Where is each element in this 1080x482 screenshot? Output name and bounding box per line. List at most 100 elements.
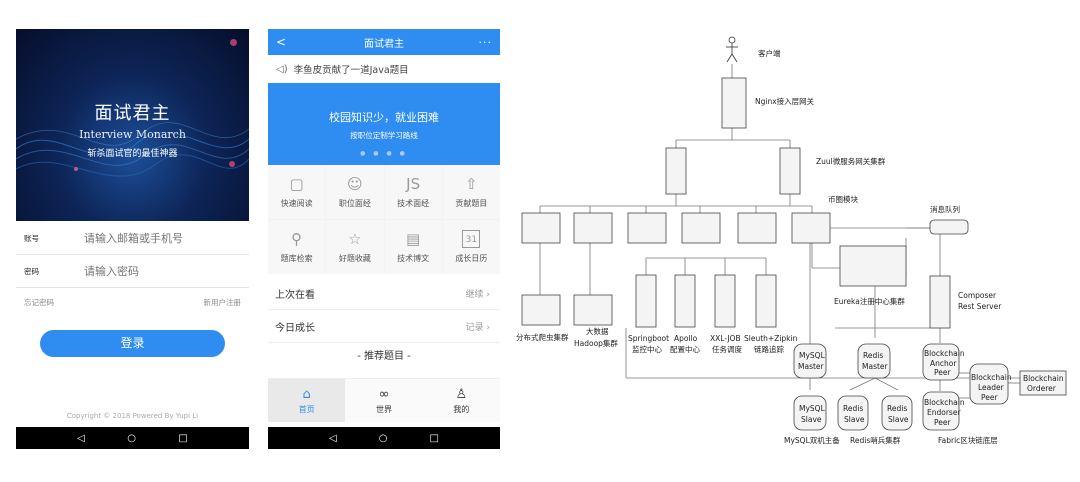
feature-job-interview[interactable]: ☺ 职位面经 — [326, 165, 384, 219]
feature-favorites[interactable]: ☆ 好题收藏 — [326, 220, 384, 274]
composer-label: Composer — [958, 291, 997, 300]
glow-dot — [229, 161, 235, 167]
page-title: 面试君主 — [364, 38, 404, 50]
feature-quick-read[interactable]: ▢ 快速阅读 — [268, 165, 326, 219]
sleuth-sub-label: 链路追踪 — [754, 344, 784, 354]
account-input[interactable] — [84, 231, 234, 245]
feature-blog[interactable]: ▤ 技术博文 — [384, 220, 442, 274]
forgot-password-link[interactable]: 忘记密码 — [24, 297, 54, 308]
wave-decoration — [16, 122, 249, 177]
feature-label: 成长日历 — [455, 254, 488, 263]
login-button[interactable]: 登录 — [40, 330, 225, 357]
fabric-label: Fabric区块链底层 — [938, 435, 998, 445]
home-icon[interactable]: ○ — [127, 433, 136, 444]
redis-master-icon — [857, 343, 891, 379]
tab-home[interactable]: ⌂ 首页 — [268, 379, 346, 422]
server-cluster-icon — [791, 212, 831, 244]
js-icon: JS — [406, 175, 421, 193]
bc-endorser-peer-label: Peer — [934, 418, 951, 427]
rest-server-label: Rest Server — [958, 302, 1002, 311]
bc-leader-peer-label: Peer — [981, 393, 998, 402]
redis-master-label: Redis — [863, 351, 883, 360]
bc-endorser-label: Blockchain — [924, 398, 965, 407]
feature-grid: ▢ 快速阅读 ☺ 职位面经 JS 技术面经 ⇧ 贡献题目 ⚲ 题库检索 ☆ 好题… — [268, 165, 500, 274]
back-icon[interactable]: ◁ — [329, 433, 337, 444]
tab-label: 我的 — [453, 404, 470, 414]
client-icon — [726, 36, 738, 63]
more-icon[interactable]: ··· — [479, 36, 493, 49]
banner-title: 校园知识少，就业困难 — [329, 111, 439, 124]
password-row: 密码 — [16, 255, 249, 288]
eureka-label: Eureka注册中心集群 — [834, 296, 905, 306]
feature-calendar[interactable]: 31 成长日历 — [442, 220, 500, 274]
redis-slave-label: Redis — [887, 404, 907, 413]
recent-apps-icon[interactable]: □ — [430, 433, 439, 444]
user-icon: ♙ — [455, 386, 468, 402]
nginx-server-icon — [721, 77, 747, 129]
app-title: 面试君主 — [94, 103, 171, 124]
mysql-master-sub-label: Master — [798, 362, 825, 371]
account-row: 账号 — [16, 222, 249, 255]
bc-anchor-label: Blockchain — [924, 349, 965, 358]
last-viewed-row[interactable]: 上次在看 继续 › — [268, 278, 500, 310]
crawler-label: 分布式爬虫集群 — [516, 332, 569, 342]
calendar-icon: 31 — [462, 230, 481, 248]
copyright-text: Copyright © 2018 Powered By Yupi Li — [66, 412, 199, 420]
architecture-diagram: 客户端 Nginx接入层网关 Zuul微服务网关集群 币圈模块 消息队列 Eur… — [510, 28, 1075, 460]
world-icon: ∞ — [378, 386, 390, 402]
feature-search[interactable]: ⚲ 题库检索 — [268, 220, 326, 274]
last-viewed-label: 上次在看 — [275, 290, 315, 301]
register-link[interactable]: 新用户注册 — [204, 297, 242, 308]
bc-orderer-sub-label: Orderer — [1027, 384, 1057, 393]
tab-label: 首页 — [298, 404, 315, 414]
sleuth-server-icon — [755, 274, 777, 328]
feature-label: 职位面经 — [338, 199, 371, 208]
promo-banner[interactable]: 校园知识少，就业困难 按职位定制学习路线 ● ● ● ● — [268, 83, 500, 165]
mysql-cluster-label: MySQL双机主备 — [784, 435, 840, 445]
back-icon[interactable]: ◁ — [77, 433, 85, 444]
record-link[interactable]: 记录 › — [466, 320, 490, 333]
feature-contribute[interactable]: ⇧ 贡献题目 — [442, 165, 500, 219]
today-growth-row[interactable]: 今日成长 记录 › — [268, 311, 500, 343]
continue-link[interactable]: 继续 › — [466, 287, 490, 300]
tab-world[interactable]: ∞ 世界 — [345, 379, 422, 422]
xxljob-server-icon — [714, 274, 736, 328]
recent-apps-icon[interactable]: □ — [178, 433, 187, 444]
speaker-icon: ◁) — [276, 63, 288, 75]
coin-module-label: 币圈模块 — [828, 194, 858, 204]
home-screen: < 面试君主 ··· ◁) 李鱼皮贡献了一道Java题目 校园知识少，就业困难 … — [268, 29, 500, 449]
notice-text: 李鱼皮贡献了一道Java题目 — [293, 65, 409, 76]
feature-label: 技术面经 — [397, 199, 430, 208]
xxljob-sub-label: 任务调度 — [712, 344, 742, 354]
feature-tech-interview[interactable]: JS 技术面经 — [384, 165, 442, 219]
bc-leader-label: Blockchain — [971, 373, 1012, 382]
message-queue-icon — [929, 219, 969, 235]
glow-dot — [74, 167, 78, 171]
home-icon[interactable]: ○ — [379, 433, 388, 444]
back-arrow-icon[interactable]: < — [276, 35, 286, 49]
app-slogan: 斩杀面试官的最佳神器 — [87, 149, 178, 159]
password-input[interactable] — [84, 264, 234, 278]
top-bar: < 面试君主 ··· — [268, 29, 500, 55]
redis-slave-icon — [837, 395, 869, 431]
nginx-label: Nginx接入层网关 — [755, 96, 815, 106]
composer-server-icon — [929, 275, 951, 329]
xxljob-label: XXL-JOB — [710, 334, 741, 343]
carousel-indicator: ● ● ● ● — [360, 150, 408, 157]
zuul-server-icon — [779, 147, 801, 195]
eureka-cluster-icon — [839, 245, 907, 287]
mysql-slave-label: MySQL — [799, 404, 826, 413]
hadoop-label: Hadoop集群 — [574, 338, 618, 348]
mysql-slave-icon — [793, 395, 827, 431]
app-subtitle: Interview Monarch — [79, 128, 186, 141]
feature-label: 快速阅读 — [280, 199, 313, 208]
bc-orderer-label: Blockchain — [1023, 374, 1064, 383]
bc-anchor-peer-label: Peer — [934, 368, 951, 377]
star-icon: ☆ — [348, 230, 362, 248]
redis-cluster-label: Redis哨兵集群 — [850, 435, 901, 445]
sleuth-label: Sleuth+Zipkin — [744, 334, 798, 343]
notice-bar[interactable]: ◁) 李鱼皮贡献了一道Java题目 — [268, 55, 500, 83]
server-cluster-icon — [627, 212, 667, 244]
feature-label: 技术博文 — [397, 254, 430, 263]
tab-mine[interactable]: ♙ 我的 — [423, 379, 500, 422]
